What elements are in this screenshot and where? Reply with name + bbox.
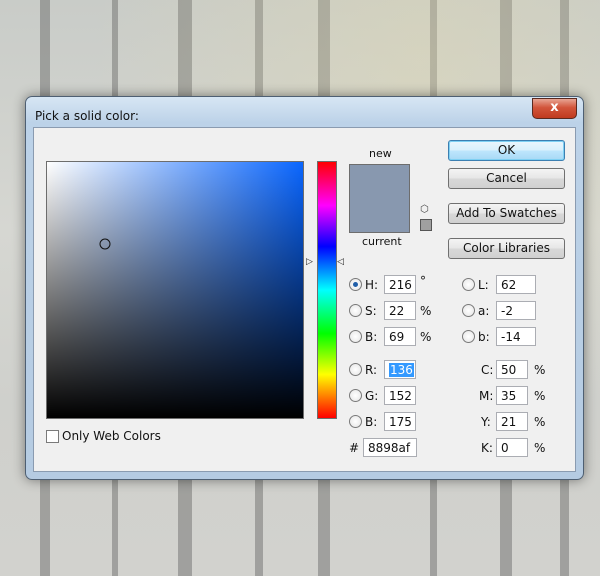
s-input[interactable]: 22 [384, 301, 416, 320]
lab-b-radio[interactable] [462, 330, 475, 343]
blue-label: B: [365, 415, 378, 429]
lab-b-label: b: [478, 330, 490, 344]
color-libraries-button[interactable]: Color Libraries [448, 238, 565, 259]
h-unit: ° [420, 274, 426, 288]
c-unit: % [534, 363, 546, 377]
h-label: H: [365, 278, 379, 292]
dialog-client-area: ▷ ◁ new current ⬡ OK Cancel Add To Swatc… [33, 127, 576, 472]
blue-input[interactable]: 175 [384, 412, 416, 431]
h-input[interactable]: 216 [384, 275, 416, 294]
hue-slider-right-arrow-icon[interactable]: ◁ [337, 257, 344, 267]
g-input[interactable]: 152 [384, 386, 416, 405]
m-input[interactable]: 35 [496, 386, 528, 405]
k-label: K: [481, 441, 493, 455]
b-unit: % [420, 330, 432, 344]
c-label: C: [481, 363, 494, 377]
r-input[interactable]: 136 [384, 360, 416, 379]
color-field[interactable] [46, 161, 304, 419]
b-input[interactable]: 69 [384, 327, 416, 346]
lab-b-input[interactable]: -14 [496, 327, 536, 346]
b-label: B: [365, 330, 378, 344]
blue-radio[interactable] [349, 415, 362, 428]
g-label: G: [365, 389, 379, 403]
l-label: L: [478, 278, 489, 292]
out-of-gamut-swatch[interactable] [420, 219, 432, 231]
close-icon: x [550, 100, 559, 115]
c-input[interactable]: 50 [496, 360, 528, 379]
k-input[interactable]: 0 [496, 438, 528, 457]
a-input[interactable]: -2 [496, 301, 536, 320]
hue-slider-left-arrow-icon[interactable]: ▷ [306, 257, 313, 267]
only-web-colors-label[interactable]: Only Web Colors [62, 429, 161, 443]
s-radio[interactable] [349, 304, 362, 317]
hex-label: # [349, 441, 360, 455]
g-radio[interactable] [349, 389, 362, 402]
add-to-swatches-button[interactable]: Add To Swatches [448, 203, 565, 224]
s-label: S: [365, 304, 377, 318]
h-radio[interactable] [349, 278, 362, 291]
color-preview-swatch [349, 164, 410, 233]
color-field-marker[interactable] [99, 238, 111, 250]
y-unit: % [534, 415, 546, 429]
y-input[interactable]: 21 [496, 412, 528, 431]
r-radio[interactable] [349, 363, 362, 376]
l-input[interactable]: 62 [496, 275, 536, 294]
m-label: M: [479, 389, 494, 403]
l-radio[interactable] [462, 278, 475, 291]
cancel-button[interactable]: Cancel [448, 168, 565, 189]
hex-input[interactable]: 8898af [363, 438, 417, 457]
a-radio[interactable] [462, 304, 475, 317]
current-color-label: current [362, 235, 402, 248]
b-radio[interactable] [349, 330, 362, 343]
only-web-colors-checkbox[interactable] [46, 430, 59, 443]
cube-icon[interactable]: ⬡ [420, 205, 430, 215]
dialog-title: Pick a solid color: [35, 109, 139, 123]
color-picker-dialog: Pick a solid color: x ▷ ◁ new current ⬡ … [25, 96, 584, 480]
a-label: a: [478, 304, 490, 318]
y-label: Y: [481, 415, 491, 429]
r-label: R: [365, 363, 378, 377]
s-unit: % [420, 304, 432, 318]
ok-button[interactable]: OK [448, 140, 565, 161]
hue-slider[interactable] [317, 161, 337, 419]
k-unit: % [534, 441, 546, 455]
m-unit: % [534, 389, 546, 403]
close-button[interactable]: x [532, 98, 577, 119]
new-color-label: new [369, 147, 392, 160]
